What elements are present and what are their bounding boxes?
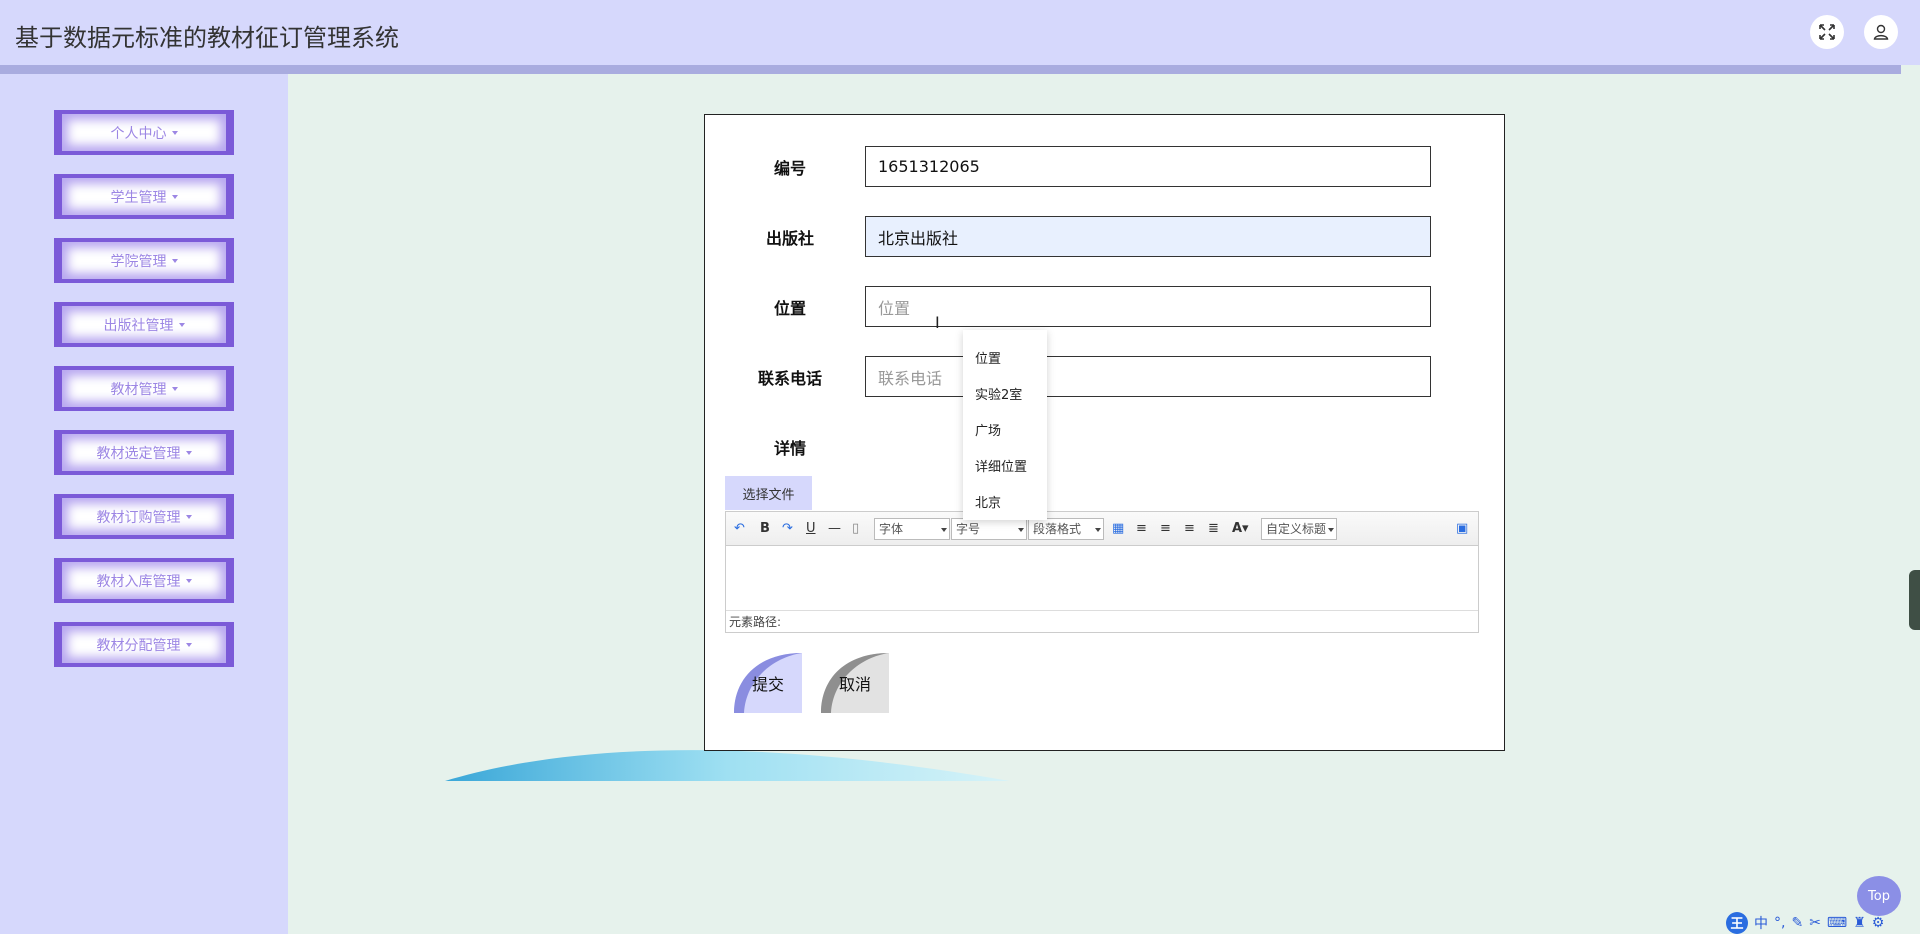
horizontal-rule-icon[interactable]: — (828, 521, 841, 537)
submit-label: 提交 (751, 675, 784, 694)
cancel-button[interactable]: 取消 (821, 653, 889, 713)
underline-icon[interactable]: U (806, 521, 816, 537)
back-to-top-button[interactable]: Top (1857, 876, 1901, 916)
sidebar-item-label: 个人中心 (110, 125, 167, 142)
sidebar-item-college-management[interactable]: 学院管理 (54, 238, 234, 283)
sidebar-item-student-management[interactable]: 学生管理 (54, 174, 234, 219)
location-input[interactable]: 位置 (865, 286, 1431, 327)
location-label: 位置 (773, 299, 806, 318)
ime-punctuation[interactable]: °, (1774, 915, 1785, 931)
table-icon[interactable]: ▦ (1112, 521, 1124, 537)
autocomplete-option[interactable]: 广场 (975, 420, 1001, 439)
location-autocomplete-dropdown: 位置 实验2室 广场 详细位置 北京 (963, 330, 1047, 520)
caret-down-icon (185, 642, 192, 647)
details-label: 详情 (773, 439, 806, 458)
phone-label: 联系电话 (757, 369, 822, 388)
caret-down-icon (171, 258, 178, 263)
ime-toolbar: 王 中 °, ✎ ✂ ⌨ ♜ ⚙ (1722, 911, 1920, 934)
element-path-label: 元素路径: (726, 610, 1478, 632)
settings-icon[interactable]: ⚙ (1872, 915, 1885, 931)
sidebar-item-label: 教材订购管理 (96, 509, 181, 526)
sidebar-item-textbook-stock-in[interactable]: 教材入库管理 (54, 558, 234, 603)
font-color-icon[interactable]: A▾ (1232, 521, 1249, 537)
editor-content-area[interactable] (726, 547, 1478, 609)
user-icon (1873, 24, 1889, 40)
app-title: 基于数据元标准的教材征订管理系统 (15, 24, 399, 52)
font-size-select[interactable]: 字号 (951, 518, 1027, 540)
paragraph-format-label: 段落格式 (1033, 522, 1082, 536)
fullscreen-icon (1819, 24, 1835, 40)
rich-text-editor: ↶ B ↷ U — ▯ 字体 字号 段落格式 ▦ ≡ ≡ ≡ ≣ A▾ 自定义标… (725, 511, 1479, 633)
publisher-form-card: 编号 1651312065 出版社 北京出版社 位置 位置 联系电话 联系电话 … (704, 114, 1505, 751)
cancel-label: 取消 (838, 675, 871, 694)
number-label: 编号 (773, 159, 806, 178)
caret-down-icon (185, 578, 192, 583)
sidebar-item-label: 学院管理 (110, 253, 167, 270)
paragraph-format-select[interactable]: 段落格式 (1028, 518, 1104, 540)
sidebar-item-textbook-distribution[interactable]: 教材分配管理 (54, 622, 234, 667)
phone-input[interactable]: 联系电话 (865, 356, 1431, 397)
keyboard-icon[interactable]: ⌨ (1827, 915, 1847, 931)
undo-icon[interactable]: ↶ (734, 521, 745, 537)
sidebar-item-label: 教材管理 (110, 381, 167, 398)
publisher-field[interactable]: 北京出版社 (865, 216, 1431, 257)
autocomplete-option[interactable]: 位置 (975, 348, 1001, 367)
chevron-down-icon (1328, 528, 1334, 532)
autocomplete-option[interactable]: 详细位置 (975, 456, 1027, 475)
scissors-icon[interactable]: ✂ (1809, 915, 1821, 931)
bold-icon[interactable]: B (760, 521, 770, 537)
number-field[interactable]: 1651312065 (865, 146, 1431, 187)
preview-icon[interactable]: ▣ (1456, 521, 1468, 537)
editor-toolbar: ↶ B ↷ U — ▯ 字体 字号 段落格式 ▦ ≡ ≡ ≡ ≣ A▾ 自定义标… (726, 512, 1478, 546)
caret-down-icon (178, 322, 185, 327)
caret-down-icon (185, 514, 192, 519)
side-handle[interactable] (1909, 570, 1920, 630)
publisher-label: 出版社 (765, 229, 814, 248)
custom-heading-select[interactable]: 自定义标题 (1261, 518, 1337, 540)
document-icon[interactable]: ▯ (852, 521, 859, 537)
font-family-select[interactable]: 字体 (874, 518, 950, 540)
caret-down-icon (171, 194, 178, 199)
choose-file-button[interactable]: 选择文件 (725, 476, 812, 510)
sidebar-item-label: 教材分配管理 (96, 637, 181, 654)
submit-button[interactable]: 提交 (734, 653, 802, 713)
sidebar-item-textbook-management[interactable]: 教材管理 (54, 366, 234, 411)
align-left-icon[interactable]: ≡ (1136, 521, 1147, 537)
sidebar-item-label: 学生管理 (110, 189, 167, 206)
sidebar-item-publisher-management[interactable]: 出版社管理 (54, 302, 234, 347)
align-justify-icon[interactable]: ≣ (1208, 521, 1219, 537)
sidebar-item-personal-center[interactable]: 个人中心 (54, 110, 234, 155)
chevron-down-icon (1095, 528, 1101, 532)
caret-down-icon (171, 130, 178, 135)
ime-logo[interactable]: 王 (1726, 911, 1748, 934)
align-right-icon[interactable]: ≡ (1160, 521, 1171, 537)
sidebar-item-label: 教材选定管理 (96, 445, 181, 462)
sidebar-item-textbook-ordering[interactable]: 教材订购管理 (54, 494, 234, 539)
user-avatar-button[interactable] (1864, 15, 1898, 49)
caret-down-icon (171, 386, 178, 391)
autocomplete-option[interactable]: 实验2室 (975, 384, 1022, 403)
custom-heading-label: 自定义标题 (1266, 522, 1327, 536)
chevron-down-icon (941, 528, 947, 532)
app-header: 基于数据元标准的教材征订管理系统 (0, 0, 1920, 65)
sidebar-item-label: 出版社管理 (103, 317, 174, 334)
fullscreen-button[interactable] (1810, 15, 1844, 49)
sidebar: 个人中心 学生管理 学院管理 出版社管理 教材管理 教材选定管理 教材订购管理 … (0, 74, 288, 934)
ime-chinese-mode[interactable]: 中 (1754, 913, 1768, 933)
font-family-label: 字体 (879, 522, 904, 536)
redo-icon[interactable]: ↷ (782, 521, 793, 537)
header-divider (0, 65, 1901, 74)
text-cursor-icon: I (935, 313, 940, 332)
pen-icon[interactable]: ✎ (1791, 915, 1803, 931)
caret-down-icon (185, 450, 192, 455)
align-center-icon[interactable]: ≡ (1184, 521, 1195, 537)
chevron-down-icon (1018, 528, 1024, 532)
font-size-label: 字号 (956, 522, 981, 536)
sidebar-item-textbook-selection[interactable]: 教材选定管理 (54, 430, 234, 475)
shirt-icon[interactable]: ♜ (1853, 915, 1866, 931)
sidebar-item-label: 教材入库管理 (96, 573, 181, 590)
autocomplete-option[interactable]: 北京 (975, 492, 1001, 511)
